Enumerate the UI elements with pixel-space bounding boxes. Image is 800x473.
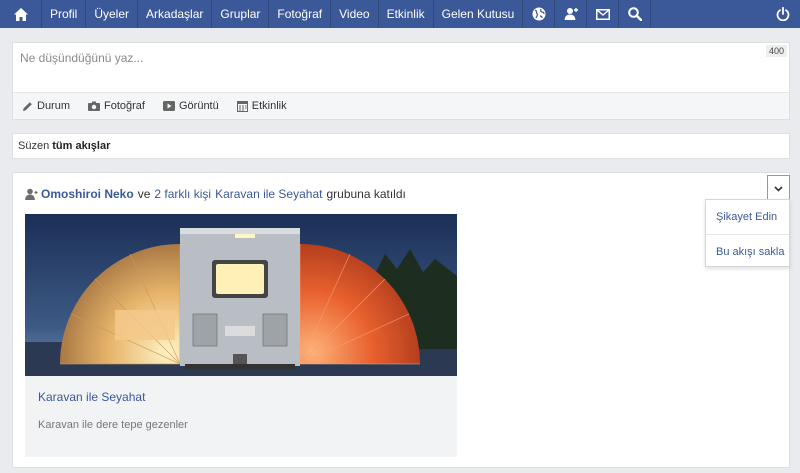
power-icon [776,7,790,21]
filter-value[interactable]: tüm akışlar [52,140,110,152]
nav-gelen-kutusu[interactable]: Gelen Kutusu [434,0,524,28]
logout-button[interactable] [766,0,800,28]
photo-tab-label: Fotoğraf [104,100,145,112]
video-tab-button[interactable]: Görüntü [162,100,219,112]
group-card[interactable]: Karavan ile Seyahat Karavan ile dere tep… [25,214,457,457]
friend-requests-button[interactable] [555,0,588,28]
camera-icon [88,101,101,111]
chevron-down-icon [774,185,783,192]
report-menu-item[interactable]: Şikayet Edin [706,200,789,234]
photo-tab-button[interactable]: Fotoğraf [88,100,145,112]
nav-fotograf[interactable]: Fotoğraf [269,0,332,28]
post-group-wrapper: Karavan ile Seyahat [215,187,322,201]
post-options-button[interactable] [767,175,790,202]
caravan-photo [25,214,457,376]
filter-prefix: Süzen [18,140,50,152]
post-others-link[interactable]: 2 farklı kişi [154,187,211,201]
video-icon [162,101,175,111]
feed-headline: Omoshiroi Neko ve 2 farklı kişi Karavan … [25,187,406,201]
group-cover-image[interactable] [25,214,457,376]
search-icon [628,7,642,21]
user-join-icon [25,188,38,200]
nav-gruplar[interactable]: Gruplar [212,0,270,28]
post-user-link[interactable]: Omoshiroi Neko [41,187,134,201]
mail-icon [595,8,610,20]
top-nav-bar: Profil Üyeler Arkadaşlar Gruplar Fotoğra… [0,0,800,28]
pencil-icon [23,101,32,111]
status-tab-label: Durum [37,100,71,112]
calendar-icon [236,100,248,112]
friend-request-icon [564,8,578,20]
event-tab-label: Etkinlik [251,100,287,112]
group-card-description: Karavan ile dere tepe gezenler [38,419,188,431]
group-card-title[interactable]: Karavan ile Seyahat [38,390,145,404]
globe-icon [532,7,546,21]
post-conjunction: ve [137,187,151,201]
event-tab-button[interactable]: Etkinlik [236,100,287,112]
nav-etkinlik[interactable]: Etkinlik [379,0,434,28]
hide-feed-menu-item[interactable]: Bu akışı sakla [706,234,789,268]
composer-actions: Durum Fotoğraf Görüntü Etkinlik [13,92,789,119]
globe-button[interactable] [523,0,556,28]
post-group-link[interactable]: Karavan ile Seyahat [215,187,322,201]
nav-uyeler[interactable]: Üyeler [86,0,139,28]
post-options-menu: Şikayet Edin Bu akışı sakla [705,199,790,267]
home-icon [13,7,28,21]
status-input[interactable] [13,43,789,93]
character-counter: 400 [765,45,787,57]
status-composer: 400 Durum Fotoğraf Görüntü Etkinlik [12,42,790,120]
nav-video[interactable]: Video [331,0,379,28]
nav-profil[interactable]: Profil [42,0,87,28]
home-button[interactable] [0,0,42,28]
feed-filter[interactable]: Süzen tüm akışlar [12,133,790,159]
nav-arkadaslar[interactable]: Arkadaşlar [138,0,213,28]
post-action-text: grubuna katıldı [326,187,406,201]
status-tab-button[interactable]: Durum [22,100,70,112]
video-tab-label: Görüntü [178,100,219,112]
feed-item: Omoshiroi Neko ve 2 farklı kişi Karavan … [12,172,790,468]
search-button[interactable] [619,0,652,28]
messages-button[interactable] [587,0,620,28]
